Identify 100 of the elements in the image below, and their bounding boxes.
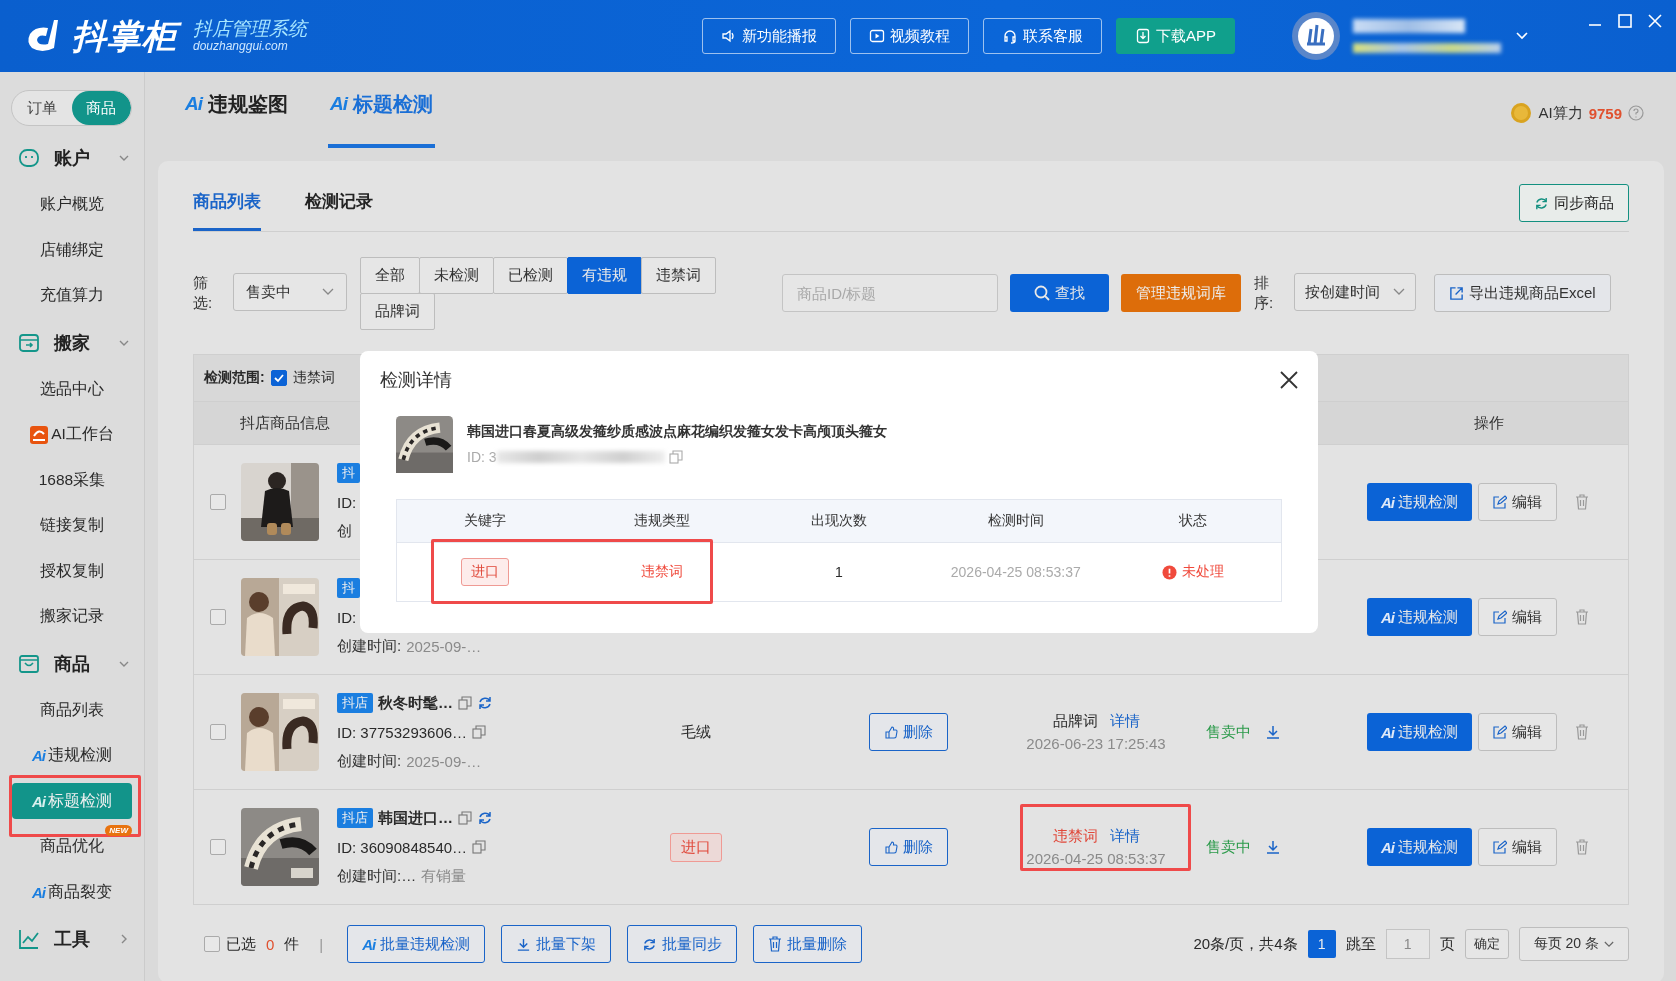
sidebar-item[interactable]: Ai 商品裂变 <box>22 874 122 911</box>
edit-button[interactable]: 编辑 <box>1478 828 1557 866</box>
header-button[interactable]: 视频教程 <box>850 18 969 54</box>
sidebar-group[interactable]: 工具 <box>0 915 144 963</box>
edit-button[interactable]: 编辑 <box>1478 598 1557 636</box>
sidebar-group[interactable]: 搬家 <box>0 318 144 367</box>
violation-check-button[interactable]: Ai 违规检测 <box>1367 483 1472 521</box>
sidebar-item[interactable]: 链接复制 <box>30 507 114 544</box>
header-button[interactable]: 联系客服 <box>983 18 1102 54</box>
page-size-dropdown[interactable]: 每页 20 条 <box>1518 927 1629 961</box>
bag-icon <box>18 652 40 675</box>
delete-keyword-button[interactable]: 删除 <box>869 713 948 751</box>
header-button[interactable]: 新功能播报 <box>702 18 836 54</box>
copy-icon[interactable] <box>458 696 472 710</box>
sidebar-item[interactable]: 店铺绑定 <box>30 232 114 269</box>
shop-badge: 抖店 <box>337 693 373 713</box>
selected-unit: 件 <box>284 934 300 954</box>
sidebar-item[interactable]: 充值算力 <box>30 277 114 314</box>
column-header: 操作 <box>1474 413 1504 433</box>
violation-check-button[interactable]: Ai 违规检测 <box>1367 713 1472 751</box>
sidebar-item[interactable]: AI工作台 <box>20 416 124 453</box>
edit-button[interactable]: 编辑 <box>1478 713 1557 751</box>
page-button[interactable]: 1 <box>1307 930 1336 958</box>
copy-icon[interactable] <box>668 450 683 464</box>
sidebar-item[interactable]: 商品列表 <box>30 692 114 729</box>
sidebar-item[interactable]: 1688采集 <box>28 462 116 499</box>
filter-segment[interactable]: 有违规 <box>567 257 642 294</box>
detail-link[interactable]: 详情 <box>1109 827 1140 846</box>
column-header: 出现次数 <box>811 512 867 530</box>
trash-icon[interactable] <box>1575 839 1589 855</box>
product-id: ID: <box>337 493 357 511</box>
panel-tab[interactable]: 检测记录 <box>305 175 373 231</box>
product-title: 秋冬时髦… <box>378 693 453 713</box>
close-icon[interactable] <box>1280 371 1298 389</box>
trash-icon[interactable] <box>1575 609 1589 625</box>
new-badge: NEW <box>105 825 132 836</box>
trash-icon[interactable] <box>1575 724 1589 740</box>
shop-badge: 抖 <box>337 463 360 483</box>
batch-button[interactable]: 批量下架 <box>501 925 612 963</box>
violation-check-button[interactable]: Ai 违规检测 <box>1367 598 1472 636</box>
copy-icon[interactable] <box>472 725 487 739</box>
sidebar-group[interactable]: 账户 <box>0 134 144 182</box>
download-icon[interactable] <box>1265 724 1281 740</box>
status-dropdown[interactable]: 售卖中 <box>233 273 347 311</box>
copy-icon[interactable] <box>472 840 487 854</box>
mode-switch-option[interactable]: 商品 <box>71 91 131 125</box>
selected-count: 0 <box>266 935 275 953</box>
trash-icon[interactable] <box>1575 494 1589 510</box>
row-checkbox[interactable] <box>209 724 226 740</box>
row-checkbox[interactable] <box>209 609 226 625</box>
batch-button[interactable]: 批量同步 <box>627 925 738 963</box>
filter-segment[interactable]: 已检测 <box>493 257 568 294</box>
checkbox[interactable] <box>270 370 287 386</box>
confirm-button[interactable]: 确定 <box>1464 929 1509 959</box>
copy-icon[interactable] <box>458 811 472 825</box>
edit-button[interactable]: 编辑 <box>1478 483 1557 521</box>
sidebar-item[interactable]: Ai 违规检测 <box>22 737 122 774</box>
column-header: 违规类型 <box>634 512 691 530</box>
export-button[interactable]: 导出违规商品Excel <box>1434 274 1611 312</box>
avatar-icon[interactable] <box>1291 11 1341 61</box>
created-value: 2025-09-… <box>406 637 482 655</box>
chevron-down-icon[interactable] <box>1515 31 1529 41</box>
sidebar-item[interactable]: 授权复制 <box>30 553 114 590</box>
batch-button[interactable]: 批量删除 <box>753 925 863 963</box>
download-icon[interactable] <box>1265 839 1281 855</box>
row-checkbox[interactable] <box>209 494 226 510</box>
maximize-icon[interactable] <box>1618 14 1632 28</box>
search-button[interactable]: 查找 <box>1010 274 1109 312</box>
product-id: ID: 37753293606… <box>337 723 468 741</box>
panel-tab[interactable]: 商品列表 <box>193 175 261 231</box>
jump-label: 跳至 <box>1345 934 1376 954</box>
top-tab[interactable]: Ai 违规鉴图 <box>183 72 290 148</box>
sidebar-item[interactable]: 选品中心 <box>30 371 114 408</box>
edit-icon <box>1493 725 1507 739</box>
sidebar-item[interactable]: 账户概览 <box>30 186 114 223</box>
speaker-icon <box>721 28 737 44</box>
ai-power-label: AI算力 <box>1538 103 1583 123</box>
sidebar-item[interactable]: 搬家记录 <box>30 598 114 635</box>
search-field[interactable]: 商品ID/标题 <box>782 274 998 312</box>
filter-segment[interactable]: 品牌词 <box>360 293 435 330</box>
sort-label: 排序: <box>1254 273 1274 313</box>
keyword-tag: 进口 <box>461 558 510 586</box>
filter-segment[interactable]: 违禁词 <box>641 257 716 294</box>
video-icon <box>869 28 885 44</box>
sidebar-group[interactable]: 商品 <box>0 639 144 688</box>
refresh-icon[interactable] <box>477 810 493 826</box>
filter-segment[interactable]: 全部 <box>360 257 420 294</box>
delete-keyword-button[interactable]: 删除 <box>869 828 948 866</box>
refresh-icon[interactable] <box>477 695 493 711</box>
select-all-checkbox[interactable] <box>204 936 220 952</box>
top-tab[interactable]: Ai 标题检测 <box>328 72 435 148</box>
violation-check-button[interactable]: Ai 违规检测 <box>1367 828 1472 866</box>
mode-switch-option[interactable]: 订单 <box>12 91 72 125</box>
sort-dropdown[interactable]: 按创建时间 <box>1294 273 1416 311</box>
help-icon[interactable] <box>1628 105 1644 121</box>
detail-link[interactable]: 详情 <box>1109 712 1140 731</box>
row-checkbox[interactable] <box>209 839 226 855</box>
sync-button[interactable]: 同步商品 <box>1519 184 1629 222</box>
batch-button[interactable]: Ai 批量违规检测 <box>347 925 486 963</box>
filter-segment[interactable]: 未检测 <box>419 257 494 294</box>
